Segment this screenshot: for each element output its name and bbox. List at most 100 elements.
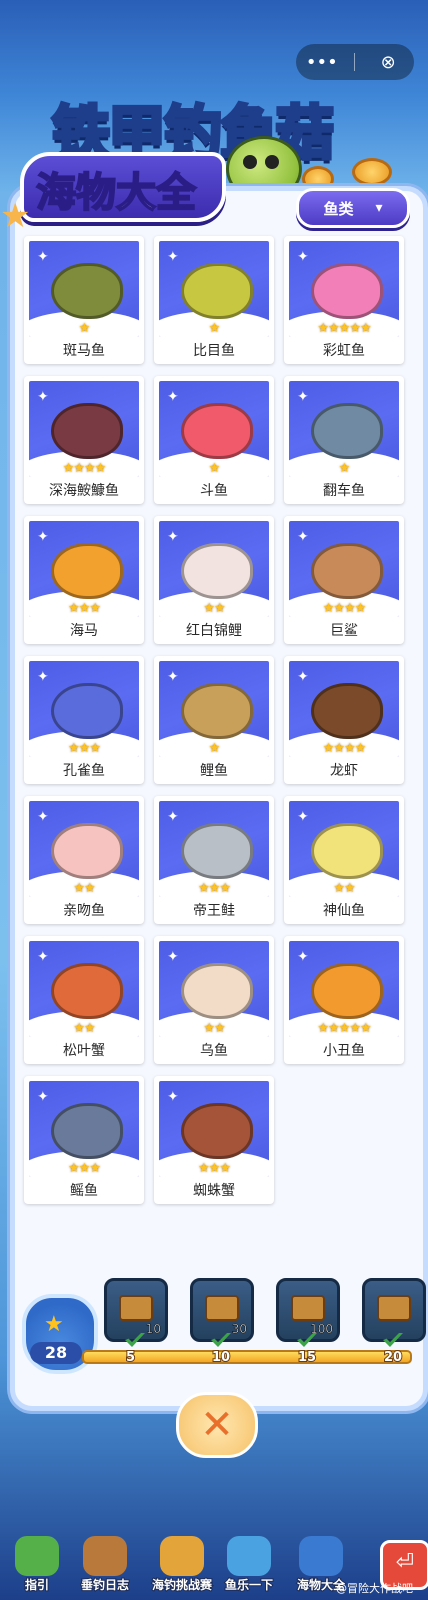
creature-name: 巨鲨: [330, 623, 358, 639]
creature-illustration: [181, 683, 253, 739]
game-logo: 铁甲钓鱼菇: [44, 82, 384, 169]
creature-art: ✦ ★★: [289, 801, 399, 897]
nav-icon: [160, 1536, 204, 1576]
creature-card[interactable]: ✦ ★★★ 孔雀鱼: [24, 656, 144, 784]
creature-art: ✦ ★★: [29, 801, 139, 897]
sparkle-icon: ✦: [37, 389, 49, 405]
rarity-stars: ★★★: [198, 881, 231, 896]
close-icon[interactable]: ⊗: [369, 52, 407, 73]
nav-label: 指引: [24, 1577, 50, 1593]
creature-name: 亲吻鱼: [63, 903, 105, 919]
creature-illustration: [181, 823, 253, 879]
creature-card[interactable]: ✦ ★★★★ 巨鲨: [284, 516, 404, 644]
creature-art: ✦ ★: [29, 241, 139, 337]
creature-card[interactable]: ✦ ★★★★★ 小丑鱼: [284, 936, 404, 1064]
top-capsule: ••• ⊗: [296, 44, 414, 80]
milestone-reward[interactable]: 30: [190, 1278, 254, 1347]
bottom-nav-item[interactable]: 鱼乐一下: [216, 1536, 282, 1596]
creature-illustration: [311, 823, 383, 879]
creature-name: 神仙鱼: [323, 903, 365, 919]
milestone-reward[interactable]: 100: [276, 1278, 340, 1347]
creature-art: ✦ ★: [159, 381, 269, 477]
sparkle-icon: ✦: [37, 809, 49, 825]
creature-card[interactable]: ✦ ★★ 乌鱼: [154, 936, 274, 1064]
creature-illustration: [311, 683, 383, 739]
creature-illustration: [311, 963, 383, 1019]
sparkle-icon: ✦: [37, 669, 49, 685]
creature-art: ✦ ★★★★: [289, 661, 399, 757]
creature-illustration: [181, 1103, 253, 1159]
creature-name: 孔雀鱼: [63, 763, 105, 779]
creature-illustration: [181, 403, 253, 459]
sparkle-icon: ✦: [37, 249, 49, 265]
creature-illustration: [181, 963, 253, 1019]
rarity-stars: ★★★★: [322, 601, 367, 616]
creature-card[interactable]: ✦ ★★★★★ 彩虹鱼: [284, 236, 404, 364]
reward-item-icon: [119, 1295, 153, 1321]
creature-illustration: [51, 1103, 123, 1159]
rarity-stars: ★: [78, 321, 91, 336]
creature-card[interactable]: ✦ ★★★ 海马: [24, 516, 144, 644]
rarity-stars: ★★: [73, 881, 95, 896]
creature-card[interactable]: ✦ ★ 斗鱼: [154, 376, 274, 504]
rarity-stars: ★: [338, 461, 351, 476]
creature-card[interactable]: ✦ ★★ 松叶蟹: [24, 936, 144, 1064]
category-dropdown[interactable]: 鱼类 ▾: [296, 188, 410, 228]
creature-illustration: [181, 543, 253, 599]
creature-card[interactable]: ✦ ★ 翻车鱼: [284, 376, 404, 504]
creature-art: ✦ ★★★: [29, 1081, 139, 1177]
rarity-stars: ★★★: [198, 1161, 231, 1176]
creature-card[interactable]: ✦ ★★★★ 龙虾: [284, 656, 404, 784]
rarity-stars: ★★★★★: [317, 321, 371, 336]
rarity-stars: ★: [208, 321, 221, 336]
creature-art: ✦ ★★★: [29, 521, 139, 617]
rarity-stars: ★★★★★: [317, 1021, 371, 1036]
creature-card[interactable]: ✦ ★★★ 蜘蛛蟹: [154, 1076, 274, 1204]
creature-name: 鲤鱼: [200, 763, 228, 779]
sparkle-icon: ✦: [167, 529, 179, 545]
bottom-nav-item[interactable]: 垂钓日志: [72, 1536, 138, 1596]
sparkle-icon: ✦: [167, 1089, 179, 1105]
creature-illustration: [311, 543, 383, 599]
creature-name: 彩虹鱼: [323, 343, 365, 359]
star-decoration-icon: ★: [0, 196, 31, 236]
creature-illustration: [311, 263, 383, 319]
reward-quantity: 30: [231, 1322, 247, 1337]
capsule-divider: [354, 53, 356, 71]
milestone-reward[interactable]: 10: [104, 1278, 168, 1347]
coin-icon: [352, 158, 392, 186]
creature-card[interactable]: ✦ ★★★ 帝王鲑: [154, 796, 274, 924]
sparkle-icon: ✦: [167, 249, 179, 265]
bottom-nav-item[interactable]: 指引: [4, 1536, 70, 1596]
sparkle-icon: ✦: [297, 809, 309, 825]
collection-count: 28: [30, 1342, 82, 1364]
reward-quantity: 10: [145, 1322, 161, 1337]
close-button[interactable]: ✕: [176, 1392, 258, 1458]
sparkle-icon: ✦: [167, 949, 179, 965]
creature-name: 松叶蟹: [63, 1043, 105, 1059]
close-icon: ✕: [200, 1402, 234, 1448]
creature-art: ✦ ★★: [159, 521, 269, 617]
sparkle-icon: ✦: [297, 389, 309, 405]
creature-card[interactable]: ✦ ★★★ 鳐鱼: [24, 1076, 144, 1204]
rarity-stars: ★★: [203, 1021, 225, 1036]
creature-card[interactable]: ✦ ★★ 红白锦鲤: [154, 516, 274, 644]
creature-card[interactable]: ✦ ★★ 神仙鱼: [284, 796, 404, 924]
creature-name: 乌鱼: [200, 1043, 228, 1059]
creature-card[interactable]: ✦ ★ 比目鱼: [154, 236, 274, 364]
creature-illustration: [311, 403, 383, 459]
more-icon[interactable]: •••: [303, 52, 341, 73]
page-title-banner: 海物大全: [20, 152, 226, 222]
milestone-reward[interactable]: [362, 1278, 426, 1347]
milestone-label: 20: [383, 1349, 403, 1366]
creature-card[interactable]: ✦ ★★ 亲吻鱼: [24, 796, 144, 924]
watermark: @冒险大作战吧: [336, 1582, 413, 1595]
creature-art: ✦ ★: [289, 381, 399, 477]
bottom-nav-item[interactable]: 海钓挑战赛: [144, 1536, 220, 1596]
creature-card[interactable]: ✦ ★★★★ 深海鮟鱇鱼: [24, 376, 144, 504]
sparkle-icon: ✦: [297, 949, 309, 965]
creature-illustration: [181, 263, 253, 319]
creature-card[interactable]: ✦ ★ 鲤鱼: [154, 656, 274, 784]
creature-card[interactable]: ✦ ★ 斑马鱼: [24, 236, 144, 364]
creature-name: 小丑鱼: [323, 1043, 365, 1059]
